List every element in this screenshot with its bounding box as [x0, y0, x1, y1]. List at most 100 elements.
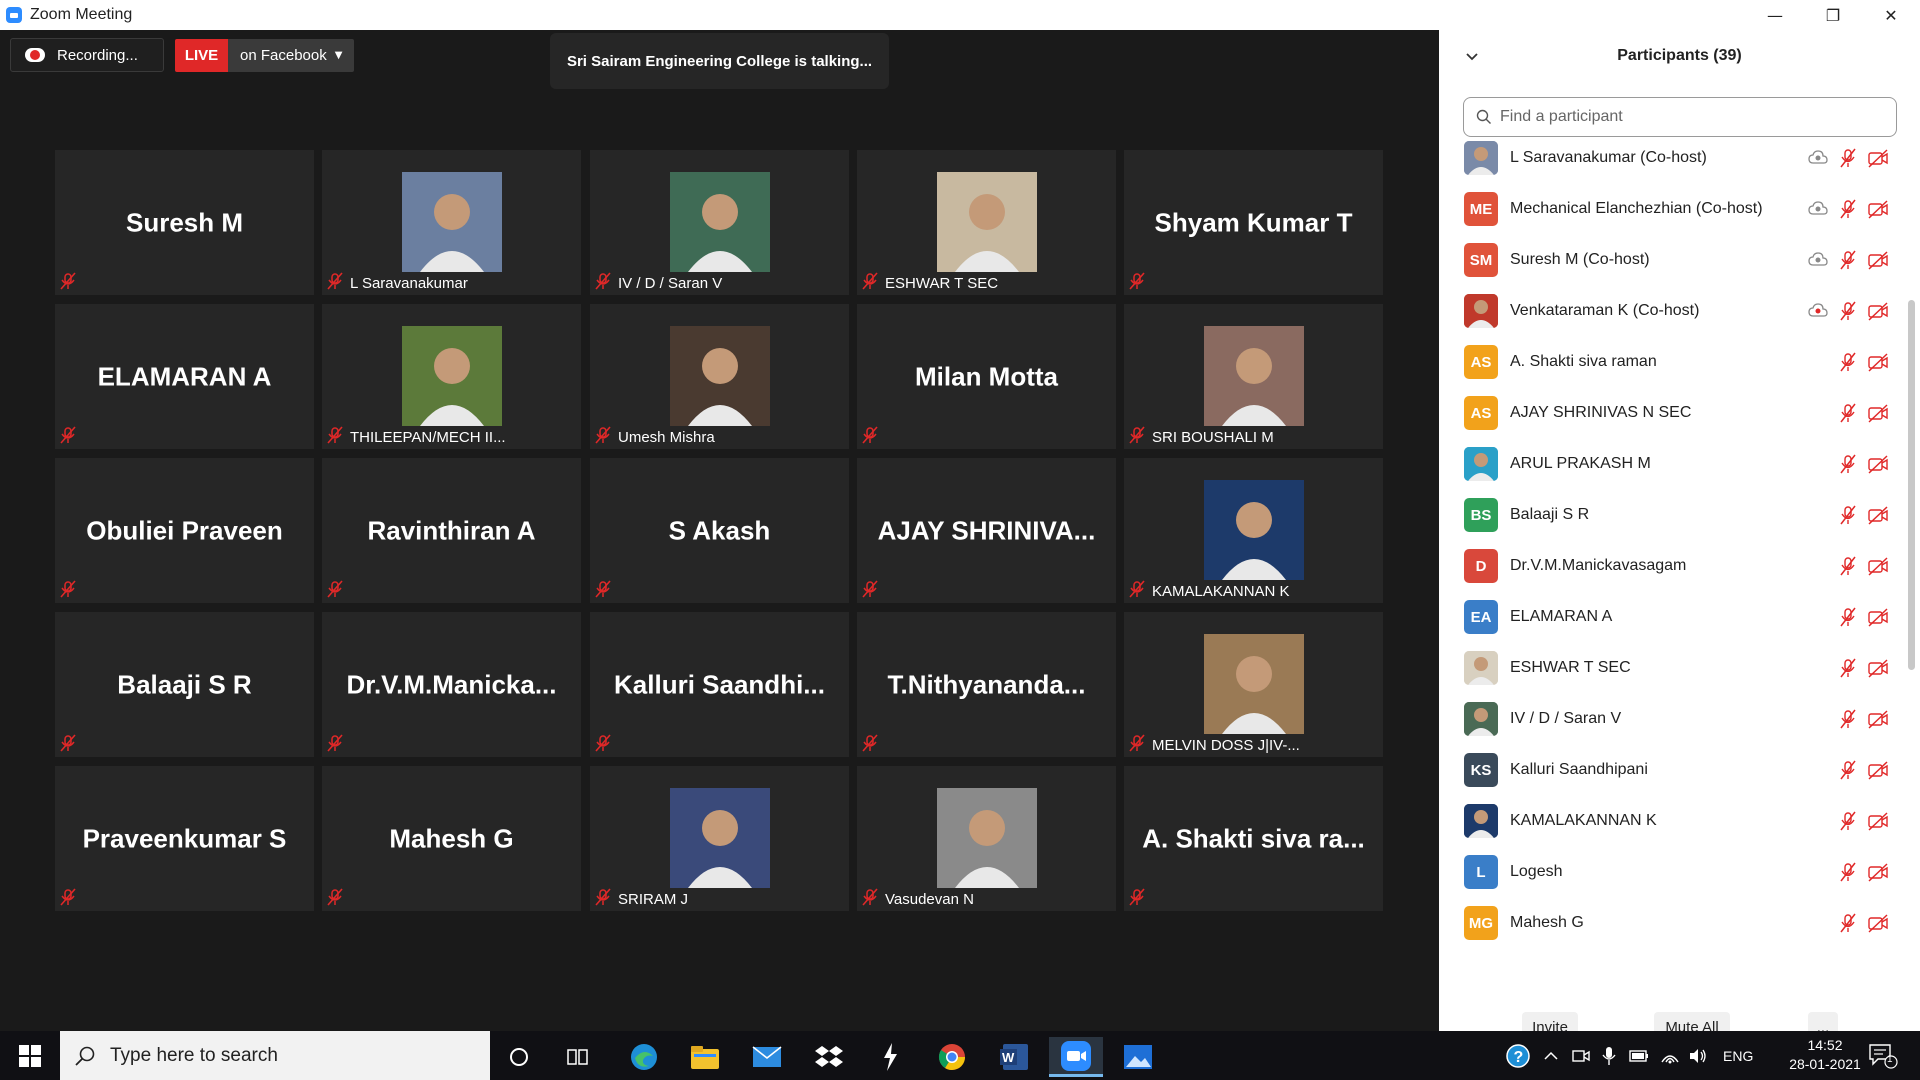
zoom-app-icon[interactable]: [1049, 1037, 1103, 1077]
chrome-icon[interactable]: [925, 1037, 979, 1077]
edge-browser-icon[interactable]: [617, 1037, 671, 1077]
task-view-icon[interactable]: [552, 1037, 606, 1077]
video-tile[interactable]: Vasudevan N: [857, 766, 1116, 911]
video-tile[interactable]: SRI BOUSHALI M: [1124, 304, 1383, 449]
cortana-icon[interactable]: [492, 1037, 546, 1077]
help-icon[interactable]: ?: [1505, 1031, 1531, 1080]
mic-muted-icon: [594, 425, 612, 449]
participant-row[interactable]: L Logesh: [1439, 847, 1905, 898]
participant-row[interactable]: KS Kalluri Saandhipani: [1439, 745, 1905, 796]
participant-search-input[interactable]: [1500, 108, 1880, 126]
participant-name: Logesh: [1510, 863, 1563, 880]
word-icon[interactable]: W: [987, 1037, 1041, 1077]
video-tile[interactable]: KAMALAKANNAN K: [1124, 458, 1383, 603]
participant-row[interactable]: ARUL PRAKASH M: [1439, 439, 1905, 490]
participant-display-name: Dr.V.M.Manicka...: [346, 669, 557, 699]
chevron-up-icon[interactable]: [1543, 1031, 1559, 1080]
mic-muted-icon: [1128, 887, 1146, 911]
microphone-icon[interactable]: [1602, 1031, 1616, 1080]
participant-search[interactable]: [1463, 97, 1897, 137]
video-tile[interactable]: T.Nithyananda...: [857, 612, 1116, 757]
video-tile[interactable]: Obuliei Praveen: [55, 458, 314, 603]
participant-display-name: Milan Motta: [915, 361, 1058, 391]
tile-name-label: [861, 425, 879, 447]
svg-text:W: W: [1002, 1050, 1015, 1065]
video-tile[interactable]: ELAMARAN A: [55, 304, 314, 449]
mail-icon[interactable]: [740, 1037, 794, 1077]
mic-muted-icon: [594, 733, 612, 757]
system-clock[interactable]: 14:52 28-01-2021: [1780, 1036, 1870, 1074]
participant-name: Balaaji S R: [1510, 506, 1590, 523]
participant-list-scrollbar[interactable]: [1908, 300, 1915, 670]
video-tile[interactable]: MELVIN DOSS J|IV-...: [1124, 612, 1383, 757]
dropbox-icon[interactable]: [802, 1037, 856, 1077]
video-tile[interactable]: Dr.V.M.Manicka...: [322, 612, 581, 757]
video-tile[interactable]: Praveenkumar S: [55, 766, 314, 911]
participant-row[interactable]: L Saravanakumar (Co-host): [1439, 133, 1905, 184]
video-tile[interactable]: ESHWAR T SEC: [857, 150, 1116, 295]
participant-row[interactable]: ESHWAR T SEC: [1439, 643, 1905, 694]
close-button[interactable]: ✕: [1862, 0, 1920, 30]
recording-indicator[interactable]: Recording...: [10, 38, 164, 72]
video-tile[interactable]: Kalluri Saandhi...: [590, 612, 849, 757]
photos-app-icon[interactable]: [1111, 1037, 1165, 1077]
video-tile[interactable]: AJAY SHRINIVA...: [857, 458, 1116, 603]
video-tile[interactable]: Milan Motta: [857, 304, 1116, 449]
participant-name: IV / D / Saran V: [1510, 710, 1622, 727]
tile-name-label: [326, 733, 344, 755]
video-tile[interactable]: THILEEPAN/MECH II...: [322, 304, 581, 449]
participant-row[interactable]: KAMALAKANNAN K: [1439, 796, 1905, 847]
tile-label-text: THILEEPAN/MECH II...: [350, 428, 506, 446]
tile-name-label: [59, 271, 77, 293]
video-off-icon: [1867, 249, 1889, 276]
minimize-button[interactable]: —: [1746, 0, 1804, 30]
participant-row[interactable]: AS A. Shakti siva raman: [1439, 337, 1905, 388]
participant-display-name: ELAMARAN A: [97, 361, 272, 391]
participant-row[interactable]: IV / D / Saran V: [1439, 694, 1905, 745]
tile-name-label: L Saravanakumar: [326, 271, 468, 293]
mic-muted-icon: [1837, 657, 1859, 684]
video-tile[interactable]: A. Shakti siva ra...: [1124, 766, 1383, 911]
participant-row[interactable]: BS Balaaji S R: [1439, 490, 1905, 541]
participant-row[interactable]: SM Suresh M (Co-host): [1439, 235, 1905, 286]
restore-button[interactable]: ❐: [1804, 0, 1862, 30]
live-destination-dropdown[interactable]: on Facebook ▼: [228, 39, 355, 72]
volume-icon[interactable]: [1688, 1031, 1708, 1080]
meet-now-icon[interactable]: [1572, 1031, 1590, 1080]
participant-row[interactable]: Venkataraman K (Co-host): [1439, 286, 1905, 337]
video-tile[interactable]: IV / D / Saran V: [590, 150, 849, 295]
taskbar-search-box[interactable]: Type here to search: [60, 1031, 490, 1080]
video-tile[interactable]: S Akash: [590, 458, 849, 603]
start-button[interactable]: [0, 1031, 60, 1080]
language-indicator[interactable]: ENG: [1723, 1031, 1753, 1080]
video-tile[interactable]: Shyam Kumar T: [1124, 150, 1383, 295]
participant-name: AJAY SHRINIVAS N SEC: [1510, 404, 1692, 421]
live-destination-label: on Facebook: [240, 47, 327, 64]
file-explorer-icon[interactable]: [678, 1037, 732, 1077]
participant-name: Mechanical Elanchezhian (Co-host): [1510, 200, 1763, 217]
video-tile[interactable]: SRIRAM J: [590, 766, 849, 911]
video-tile[interactable]: Mahesh G: [322, 766, 581, 911]
app-shortcut-icon[interactable]: [863, 1037, 917, 1077]
video-tile[interactable]: Balaaji S R: [55, 612, 314, 757]
mic-muted-icon: [861, 887, 879, 911]
participant-row[interactable]: AS AJAY SHRINIVAS N SEC: [1439, 388, 1905, 439]
wifi-icon[interactable]: [1660, 1031, 1680, 1080]
video-tile[interactable]: L Saravanakumar: [322, 150, 581, 295]
video-tile[interactable]: Suresh M: [55, 150, 314, 295]
participant-video: [401, 172, 502, 272]
participant-row[interactable]: D Dr.V.M.Manickavasagam: [1439, 541, 1905, 592]
video-tile[interactable]: Ravinthiran A: [322, 458, 581, 603]
participant-video: [669, 172, 770, 272]
notifications-icon[interactable]: 1: [1868, 1031, 1898, 1080]
tile-name-label: [1128, 271, 1146, 293]
participant-row[interactable]: MG Mahesh G: [1439, 898, 1905, 949]
mic-muted-icon: [1837, 402, 1859, 429]
live-stream-indicator[interactable]: LIVE on Facebook ▼: [175, 39, 355, 72]
participant-name: ELAMARAN A: [1510, 608, 1613, 625]
cloud-recording-icon: [1807, 147, 1829, 174]
participant-row[interactable]: ME Mechanical Elanchezhian (Co-host): [1439, 184, 1905, 235]
participant-row[interactable]: EA ELAMARAN A: [1439, 592, 1905, 643]
video-tile[interactable]: Umesh Mishra: [590, 304, 849, 449]
battery-icon[interactable]: [1629, 1031, 1649, 1080]
